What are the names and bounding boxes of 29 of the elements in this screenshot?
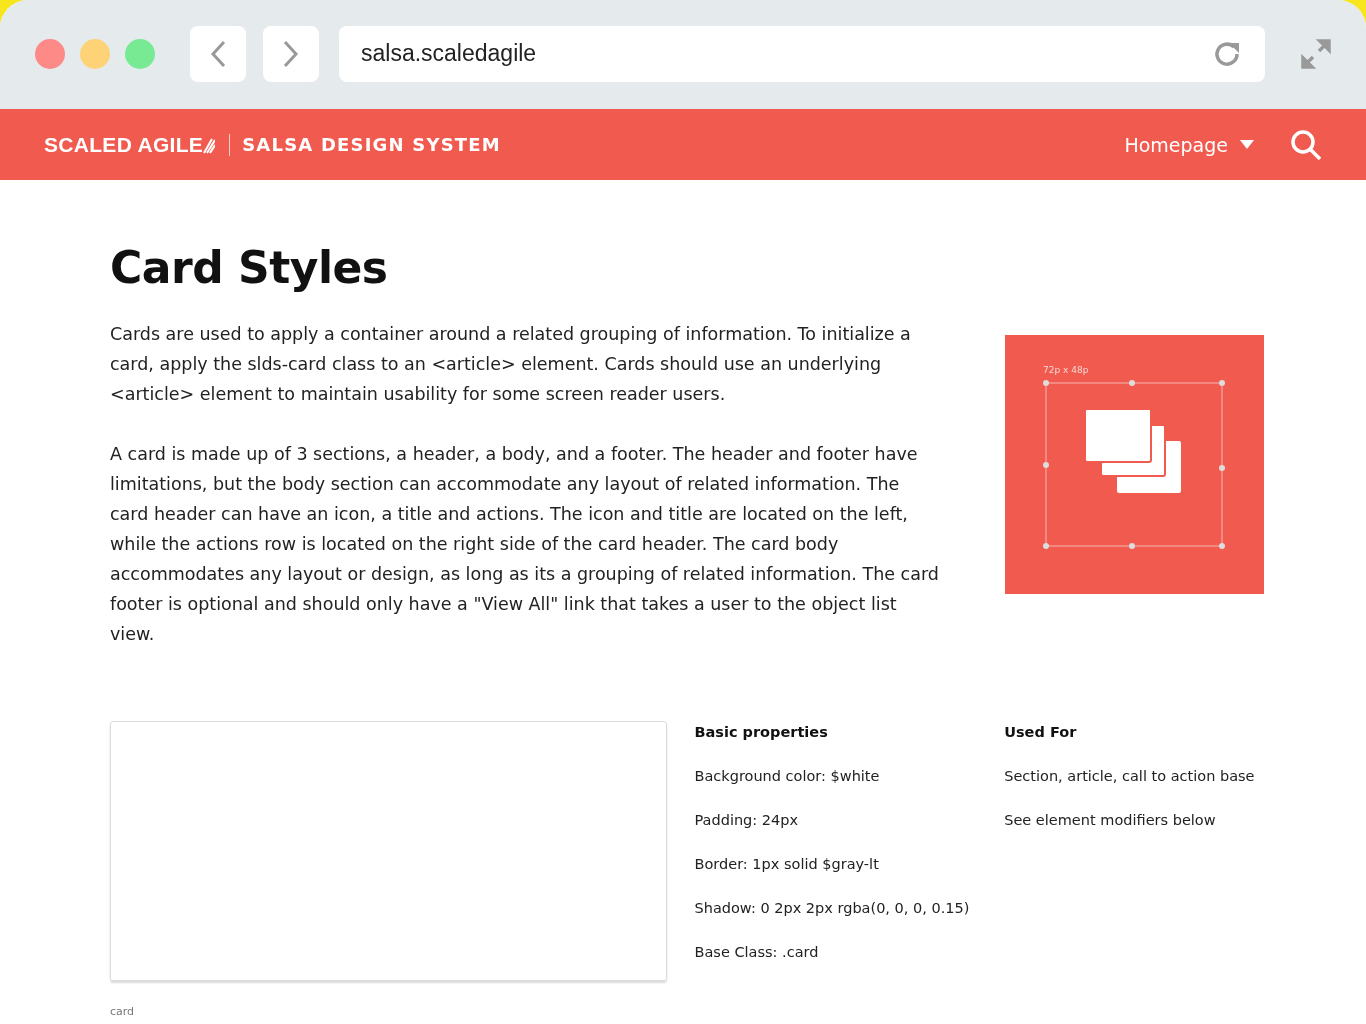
chevron-left-icon [210,39,226,68]
site-title: SALSA DESIGN SYSTEM [242,134,501,155]
search-icon[interactable] [1290,128,1322,161]
description-paragraph: A card is made up of 3 sections, a header, a body, and a footer. The header and footer have limitations, but the body section can accommodate any layout of related information. The card header can have an icon, a title and actions. The icon and title are located on the left, while the actions row is located on the right side of the card header. The card body accommodates any layout or design, as long as its a grouping of related information. The card footer is optional and should only have a "View All" link that takes a user to the object list view. [110,443,940,646]
property-text: Base Class: .card [694,943,820,961]
property-text: Shadow: 0 2px 2px rgba(0, 0, 0, 0.15) [694,899,971,917]
caret-icon [1240,140,1254,149]
forward-button[interactable] [263,25,319,82]
properties-heading: Basic properties [694,723,829,741]
maximize-dot[interactable] [125,38,155,69]
usage-text: Section, article, call to action base [1004,767,1256,785]
chevron-right-icon [283,39,299,68]
minimize-dot[interactable] [80,38,110,69]
url-text: salsa.scaledagile [361,40,537,67]
usage-text: See element modifiers below [1004,811,1217,829]
fullscreen-icon[interactable] [1300,37,1332,70]
property-text: Border: 1px solid $gray-lt [694,855,880,873]
used-for-heading: Used For [1004,723,1078,741]
property-text: Background color: $white [694,767,881,785]
back-button[interactable] [190,25,246,82]
description-paragraph: Cards are used to apply a container around a related grouping of information. To initialize a card, apply the slds-card class to an <article> element. Cards should use an underlying <article> element to maintain usability for some screen reader users. [110,323,912,406]
homepage-dropdown[interactable]: Homepage [1124,133,1254,156]
brand-logo[interactable]: SCALED AGILE [44,132,204,157]
page-title: Card Styles [110,242,389,293]
close-dot[interactable] [35,38,65,69]
card-caption: card [110,1006,136,1018]
address-bar[interactable]: salsa.scaledagile [339,25,1265,82]
property-text: Padding: 24px [694,811,800,829]
card-illustration-drawing: 72p x 48p [1005,335,1264,594]
